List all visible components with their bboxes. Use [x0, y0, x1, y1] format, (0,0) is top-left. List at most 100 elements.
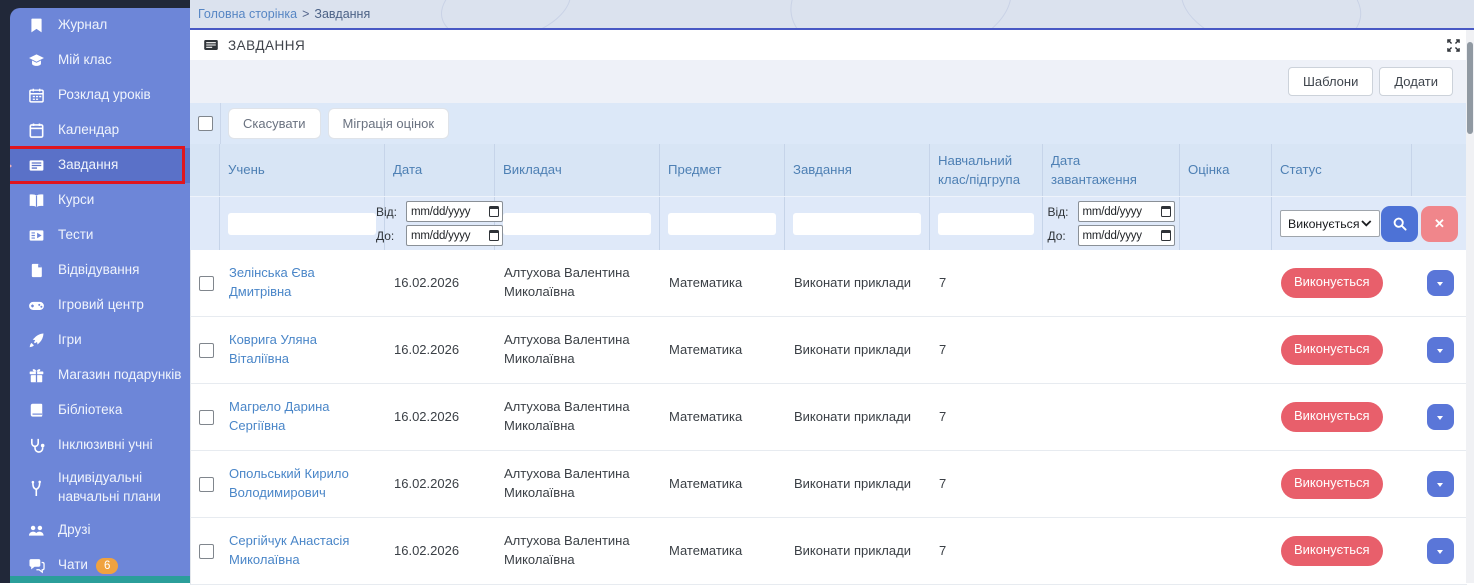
sidebar-item-label: Ігровий центр	[58, 296, 144, 315]
teacher-name: Алтухова Валентина Миколаївна	[496, 250, 661, 316]
chats-icon	[27, 557, 46, 575]
schedule-icon	[27, 87, 46, 105]
sidebar-item-label: Журнал	[58, 16, 107, 35]
sidebar-item-schedule[interactable]: Розклад уроків	[10, 78, 190, 113]
grade	[1181, 451, 1273, 517]
status-cell: Виконується	[1273, 518, 1413, 584]
active-item-arrow	[10, 161, 12, 171]
scrollbar-thumb[interactable]	[1467, 42, 1473, 134]
student-cell: Сергійчук Анастасія Миколаївна	[221, 518, 386, 584]
student-filter-input[interactable]	[228, 213, 376, 235]
expand-icon[interactable]	[1447, 39, 1460, 52]
clear-filter-button[interactable]: ✕	[1421, 206, 1458, 242]
templates-button[interactable]: Шаблони	[1288, 67, 1373, 96]
sidebar-item-my-class[interactable]: Мій клас	[10, 43, 190, 78]
caret-down-icon	[1437, 550, 1443, 554]
task-title: Виконати приклади	[786, 384, 931, 450]
student-link[interactable]: Магрело Дарина Сергіївна	[229, 398, 374, 436]
row-checkbox[interactable]	[199, 343, 214, 358]
search-button[interactable]	[1381, 206, 1418, 242]
panel-header: ЗАВДАННЯ	[190, 30, 1474, 60]
row-actions-dropdown[interactable]	[1427, 404, 1454, 430]
sidebar-item-journal[interactable]: Журнал	[10, 8, 190, 43]
status-cell: Виконується	[1273, 250, 1413, 316]
teacher-name: Алтухова Валентина Миколаївна	[496, 451, 661, 517]
student-cell: Опольський Кирило Володимирович	[221, 451, 386, 517]
status-badge: Виконується	[1281, 469, 1383, 499]
task-date: 16.02.2026	[386, 317, 496, 383]
caret-down-icon	[1437, 349, 1443, 353]
sidebar-item-attendance[interactable]: Відвідування	[10, 253, 190, 288]
friends-icon	[27, 522, 46, 540]
subject-name: Математика	[661, 451, 786, 517]
select-all-checkbox[interactable]	[198, 116, 213, 131]
student-link[interactable]: Сергійчук Анастасія Миколаївна	[229, 532, 374, 570]
sidebar-item-plans[interactable]: Індивідуальні навчальні плани	[10, 463, 190, 513]
row-checkbox[interactable]	[199, 276, 214, 291]
library-icon	[27, 402, 46, 420]
student-link[interactable]: Коврига Уляна Віталіївна	[229, 331, 374, 369]
upload-date-filter-cell: Від: mm/dd/yyyy До: mm/dd/yyyy	[1043, 197, 1180, 250]
teacher-filter-input[interactable]	[503, 213, 651, 235]
status-cell: Виконується	[1273, 384, 1413, 450]
date-to-input[interactable]: mm/dd/yyyy	[406, 225, 503, 246]
upload-date	[1044, 317, 1181, 383]
app-root: Журнал Мій класРозклад уроків Календар Завд…	[0, 0, 1474, 583]
status-filter-value: Виконується	[1288, 217, 1360, 231]
row-checkbox[interactable]	[199, 477, 214, 492]
date-filter-cell: Від: mm/dd/yyyy До: mm/dd/yyyy	[385, 197, 495, 250]
task-date: 16.02.2026	[386, 384, 496, 450]
cancel-button[interactable]: Скасувати	[228, 108, 321, 139]
inclusive-icon	[27, 437, 46, 455]
upload-date-from-input[interactable]: mm/dd/yyyy	[1078, 201, 1175, 222]
row-actions-dropdown[interactable]	[1427, 538, 1454, 564]
teacher-name: Алтухова Валентина Миколаївна	[496, 317, 661, 383]
class-group: 7	[931, 384, 1044, 450]
subject-filter-input[interactable]	[668, 213, 776, 235]
sidebar-item-game-center[interactable]: Ігровий центр	[10, 288, 190, 323]
game-center-icon	[27, 297, 46, 315]
grade-filter-cell	[1180, 197, 1272, 250]
grade-migration-button[interactable]: Міграція оцінок	[328, 108, 450, 139]
sidebar-item-label: Календар	[58, 121, 119, 140]
sidebar-item-inclusive[interactable]: Інклюзивні учні	[10, 428, 190, 463]
grade	[1181, 317, 1273, 383]
row-checkbox-cell	[191, 317, 221, 383]
class-group-filter-input[interactable]	[938, 213, 1034, 235]
student-link[interactable]: Зелінська Єва Дмитрівна	[229, 264, 374, 302]
sidebar-item-tests[interactable]: Тести	[10, 218, 190, 253]
breadcrumb-home-link[interactable]: Головна сторінка	[198, 7, 297, 21]
upload-to-label: До:	[1048, 229, 1074, 243]
sidebar-item-label: Ігри	[58, 331, 82, 350]
task-title: Виконати приклади	[786, 451, 931, 517]
date-from-input[interactable]: mm/dd/yyyy	[406, 201, 503, 222]
upload-date	[1044, 518, 1181, 584]
row-actions-dropdown[interactable]	[1427, 471, 1454, 497]
sidebar-item-games[interactable]: Ігри	[10, 323, 190, 358]
upload-date-to-input[interactable]: mm/dd/yyyy	[1078, 225, 1175, 246]
row-checkbox[interactable]	[199, 544, 214, 559]
sidebar-item-tasks[interactable]: Завдання	[10, 148, 190, 183]
add-button[interactable]: Додати	[1379, 67, 1453, 96]
row-actions-dropdown[interactable]	[1427, 270, 1454, 296]
sidebar-item-library[interactable]: Бібліотека	[10, 393, 190, 428]
row-checkbox[interactable]	[199, 410, 214, 425]
student-link[interactable]: Опольський Кирило Володимирович	[229, 465, 374, 503]
sidebar-item-label: Курси	[58, 191, 94, 210]
table-header-row: УченьДатаВикладачПредметЗавданняНавчальн…	[190, 144, 1466, 196]
sidebar-item-gift-shop[interactable]: Магазин подарунків	[10, 358, 190, 393]
sidebar-item-calendar[interactable]: Календар	[10, 113, 190, 148]
row-actions-dropdown[interactable]	[1427, 337, 1454, 363]
sidebar-item-courses[interactable]: Курси	[10, 183, 190, 218]
upload-date	[1044, 384, 1181, 450]
status-filter-select[interactable]: Виконується	[1280, 210, 1380, 237]
status-badge: Виконується	[1281, 402, 1383, 432]
subject-name: Математика	[661, 518, 786, 584]
status-badge: Виконується	[1281, 536, 1383, 566]
task-filter-input[interactable]	[793, 213, 921, 235]
sidebar-item-chats[interactable]: Чати6	[10, 548, 190, 576]
task-date: 16.02.2026	[386, 518, 496, 584]
filter-spacer-cell	[190, 197, 220, 250]
sidebar-item-friends[interactable]: Друзі	[10, 513, 190, 548]
scrollbar[interactable]	[1466, 30, 1474, 583]
